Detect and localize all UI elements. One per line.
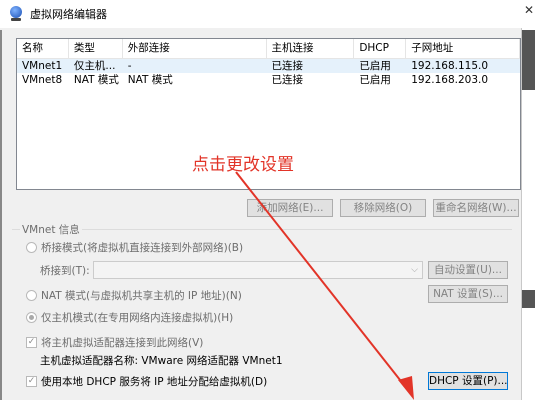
background-edge — [0, 30, 2, 400]
window-title: 虚拟网络编辑器 — [30, 8, 107, 21]
list-header: 名称 类型 外部连接 主机连接 DHCP 子网地址 — [17, 39, 520, 59]
connect-adapter-option[interactable]: ✓ 将主机虚拟适配器连接到此网络(V) — [26, 335, 203, 349]
use-dhcp-option[interactable]: ✓ 使用本地 DHCP 服务将 IP 地址分配给虚拟机(D) — [26, 374, 267, 388]
column-header-external[interactable]: 外部连接 — [123, 39, 267, 59]
cell-host: 已连接 — [271, 74, 304, 86]
column-header-dhcp[interactable]: DHCP — [354, 39, 407, 59]
bridge-to-label: 桥接到(T): — [40, 265, 90, 277]
cell-dhcp: 已启用 — [359, 74, 391, 86]
nat-mode-label: NAT 模式(与虚拟机共享主机的 IP 地址)(N) — [41, 289, 242, 302]
vmnet-info-group-border — [12, 229, 512, 230]
title-bar[interactable]: 虚拟网络编辑器 — [0, 0, 522, 28]
remove-network-button[interactable]: 移除网络(O) — [340, 199, 426, 217]
use-dhcp-checkbox[interactable]: ✓ — [26, 375, 37, 387]
use-dhcp-label: 使用本地 DHCP 服务将 IP 地址分配给虚拟机(D) — [41, 375, 268, 388]
auto-settings-button[interactable]: 自动设置(U)... — [428, 261, 508, 279]
cell-type: NAT 模式 — [73, 74, 119, 86]
table-row[interactable]: VMnet1 仅主机... - 已连接 已启用 192.168.115.0 — [17, 59, 520, 73]
rename-network-button[interactable]: 重命名网络(W)... — [433, 199, 519, 217]
table-row[interactable]: VMnet8 NAT 模式 NAT 模式 已连接 已启用 192.168.203… — [17, 73, 520, 87]
close-icon[interactable]: ✕ — [524, 3, 534, 17]
annotation-text: 点击更改设置 — [192, 155, 294, 175]
vmnet-info-group-title: VMnet 信息 — [20, 222, 82, 237]
cell-name: VMnet8 — [22, 74, 63, 86]
host-only-mode-option[interactable]: 仅主机模式(在专用网络内连接虚拟机)(H) — [26, 310, 233, 324]
connect-adapter-label: 将主机虚拟适配器连接到此网络(V) — [41, 336, 204, 349]
add-network-button[interactable]: 添加网络(E)... — [247, 199, 333, 217]
cell-external: - — [127, 60, 132, 72]
cell-external: NAT 模式 — [127, 74, 173, 86]
nat-mode-option[interactable]: NAT 模式(与虚拟机共享主机的 IP 地址)(N) — [26, 288, 242, 302]
background-window-edge: ✕ — [522, 0, 535, 400]
column-header-host[interactable]: 主机连接 — [267, 39, 355, 59]
bridge-to-select[interactable]: ⌵ — [93, 261, 423, 279]
nat-settings-button[interactable]: NAT 设置(S)... — [428, 285, 508, 303]
cell-dhcp: 已启用 — [359, 60, 391, 72]
cell-type: 仅主机... — [73, 60, 116, 72]
cell-subnet: 192.168.203.0 — [411, 74, 489, 86]
column-header-name[interactable]: 名称 — [17, 39, 69, 59]
cell-name: VMnet1 — [22, 60, 63, 72]
chevron-down-icon: ⌵ — [411, 265, 418, 275]
cell-subnet: 192.168.115.0 — [411, 60, 489, 72]
host-only-mode-radio[interactable] — [26, 311, 37, 323]
network-globe-icon — [8, 6, 24, 22]
dhcp-settings-button[interactable]: DHCP 设置(P)... — [428, 372, 508, 390]
nat-mode-radio[interactable] — [26, 289, 37, 301]
connect-adapter-checkbox[interactable]: ✓ — [26, 336, 37, 348]
bridged-mode-option[interactable]: 桥接模式(将虚拟机直接连接到外部网络)(B) — [26, 240, 243, 254]
adapter-name-text: 主机虚拟适配器名称: VMware 网络适配器 VMnet1 — [40, 355, 283, 367]
cell-host: 已连接 — [271, 60, 304, 72]
column-header-type[interactable]: 类型 — [69, 39, 123, 59]
host-only-mode-label: 仅主机模式(在专用网络内连接虚拟机)(H) — [41, 311, 234, 324]
virtual-network-editor-window: 虚拟网络编辑器 名称 类型 外部连接 主机连接 DHCP 子网地址 VMnet1… — [0, 0, 522, 400]
bridged-mode-label: 桥接模式(将虚拟机直接连接到外部网络)(B) — [41, 241, 244, 254]
bridged-mode-radio[interactable] — [26, 241, 37, 253]
column-header-subnet[interactable]: 子网地址 — [406, 39, 520, 59]
